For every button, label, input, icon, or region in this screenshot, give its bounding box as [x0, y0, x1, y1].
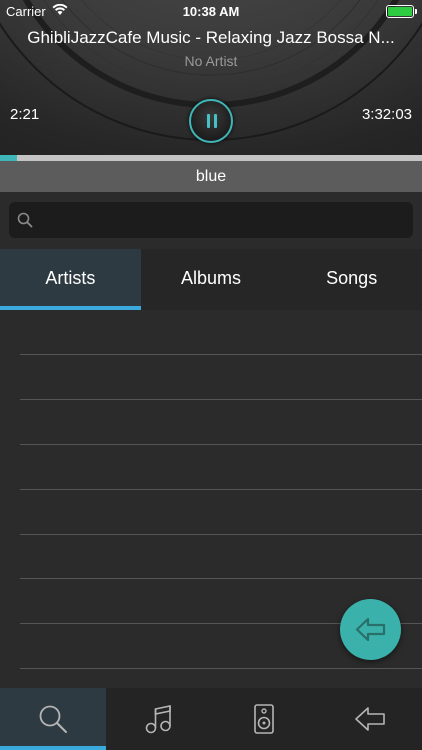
tab-artists[interactable]: Artists — [0, 249, 141, 310]
tab-songs[interactable]: Songs — [281, 249, 422, 310]
list-item[interactable] — [20, 354, 422, 355]
search-input[interactable] — [41, 202, 401, 238]
battery-icon — [386, 5, 417, 18]
list-item[interactable] — [20, 534, 422, 535]
bottom-tab-bar — [0, 688, 422, 750]
search-area — [0, 192, 422, 249]
playlist-name: blue — [0, 161, 422, 192]
search-icon — [17, 212, 33, 228]
status-bar: Carrier 10:38 AM — [0, 0, 422, 22]
search-box[interactable] — [9, 202, 413, 238]
music-note-icon — [145, 705, 171, 734]
pause-icon — [207, 114, 210, 128]
tabbar-speaker[interactable] — [211, 688, 317, 750]
tabbar-search[interactable] — [0, 688, 106, 750]
back-floating-button[interactable] — [340, 599, 401, 660]
search-icon — [39, 705, 67, 733]
pause-button[interactable] — [189, 99, 233, 143]
back-arrow-icon — [354, 707, 385, 731]
back-arrow-icon — [355, 617, 386, 642]
list-item[interactable] — [20, 444, 422, 445]
library-tabs: Artists Albums Songs — [0, 249, 422, 310]
speaker-icon — [254, 704, 274, 734]
track-title: GhibliJazzCafe Music - Relaxing Jazz Bos… — [27, 28, 395, 47]
tab-albums[interactable]: Albums — [141, 249, 282, 310]
now-playing-header: Carrier 10:38 AM GhibliJazzCafe Music - … — [0, 0, 422, 155]
elapsed-time: 2:21 — [10, 106, 40, 123]
list-item[interactable] — [20, 578, 422, 579]
list-item[interactable] — [20, 399, 422, 400]
total-duration: 3:32:03 — [361, 106, 412, 123]
tabbar-back[interactable] — [317, 688, 422, 750]
tabbar-music[interactable] — [106, 688, 212, 750]
list-item[interactable] — [20, 489, 422, 490]
list-item[interactable] — [20, 668, 422, 669]
track-artist: No Artist — [184, 53, 238, 69]
status-time: 10:38 AM — [182, 4, 240, 19]
